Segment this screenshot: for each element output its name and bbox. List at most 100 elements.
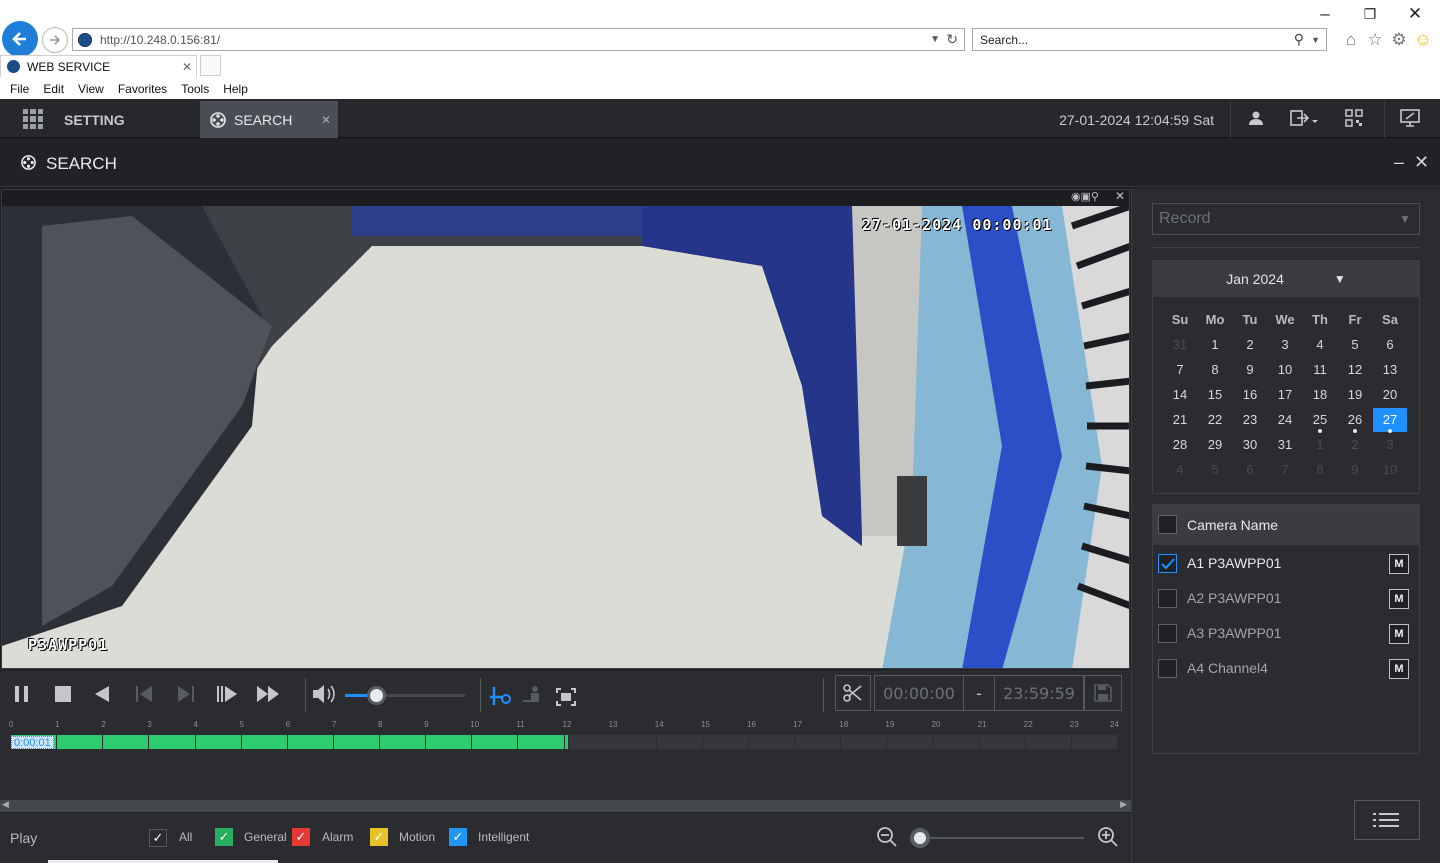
calendar-day-22[interactable]: 22: [1198, 408, 1232, 432]
timeline[interactable]: 0 1 2 3 4 5 6 7 8 9 10 11 12 13 14 15 16 17 18 19 20 21 22 23 24…: [0, 720, 1131, 812]
play-backward-icon[interactable]: [93, 684, 111, 704]
search-icon[interactable]: ⚲: [1294, 31, 1304, 48]
calendar-day-1[interactable]: 1: [1198, 333, 1232, 357]
calendar-day-other-month[interactable]: 5: [1198, 458, 1232, 482]
logout-icon[interactable]: [1290, 109, 1320, 132]
stop-icon[interactable]: [54, 685, 72, 703]
filter-general-checkbox[interactable]: ✓: [215, 828, 233, 846]
calendar-day-28[interactable]: 28: [1163, 433, 1197, 457]
qr-code-icon[interactable]: [1345, 109, 1363, 132]
user-icon[interactable]: [1247, 109, 1265, 132]
fast-forward-icon[interactable]: [255, 684, 281, 704]
timeline-segment[interactable]: [241, 735, 288, 749]
address-bar[interactable]: http://10.248.0.156:81/ ▼ ↻: [72, 28, 965, 51]
calendar-day-5[interactable]: 5: [1338, 333, 1372, 357]
calendar-day-21[interactable]: 21: [1163, 408, 1197, 432]
smart-search-icon[interactable]: [488, 685, 514, 707]
favorites-star-icon[interactable]: ☆: [1364, 30, 1386, 50]
search-tab[interactable]: SEARCH ✕: [200, 101, 338, 138]
calendar-day-29[interactable]: 29: [1198, 433, 1232, 457]
camera-checkbox[interactable]: [1158, 589, 1177, 608]
volume-slider[interactable]: [345, 686, 465, 705]
calendar-day-other-month[interactable]: 9: [1338, 458, 1372, 482]
file-list-button[interactable]: [1354, 800, 1420, 840]
calendar-day-7[interactable]: 7: [1163, 358, 1197, 382]
timeline-segment[interactable]: [57, 735, 104, 749]
calendar-day-18[interactable]: 18: [1303, 383, 1337, 407]
timeline-segment[interactable]: [979, 735, 1026, 749]
calendar-day-26[interactable]: 26: [1338, 408, 1372, 433]
calendar-day-other-month[interactable]: 3: [1373, 433, 1407, 457]
menu-favorites[interactable]: Favorites: [118, 82, 167, 96]
minimize-icon[interactable]: –: [1310, 4, 1340, 24]
timeline-segment[interactable]: [149, 735, 196, 749]
timeline-track[interactable]: [11, 735, 1118, 749]
timeline-segment[interactable]: [933, 735, 980, 749]
menu-file[interactable]: File: [10, 82, 29, 96]
calendar-day-19[interactable]: 19: [1338, 383, 1372, 407]
record-type-select[interactable]: Record ▼: [1152, 203, 1420, 235]
timeline-segment[interactable]: [887, 735, 934, 749]
close-search-tab-icon[interactable]: ✕: [321, 113, 331, 127]
volume-icon[interactable]: [311, 683, 337, 705]
volume-knob[interactable]: [367, 686, 387, 705]
calendar-day-25[interactable]: 25: [1303, 408, 1337, 433]
smiley-icon[interactable]: ☺: [1412, 30, 1434, 50]
browser-search-input[interactable]: Search... ⚲ ▼: [972, 28, 1327, 51]
menu-edit[interactable]: Edit: [43, 82, 64, 96]
zoom-knob[interactable]: [910, 828, 930, 848]
filter-motion-checkbox[interactable]: ✓: [370, 828, 388, 846]
zoom-slider[interactable]: [910, 828, 1084, 848]
minimize-panel-icon[interactable]: –: [1394, 152, 1404, 173]
menu-tools[interactable]: Tools: [181, 82, 209, 96]
close-panel-icon[interactable]: ✕: [1414, 152, 1429, 173]
dropdown-arrow-icon[interactable]: ▼: [930, 34, 940, 45]
calendar-day-3[interactable]: 3: [1268, 333, 1302, 357]
calendar-day-other-month[interactable]: 4: [1163, 458, 1197, 482]
calendar-day-other-month[interactable]: 6: [1233, 458, 1267, 482]
calendar-day-other-month[interactable]: 8: [1303, 458, 1337, 482]
calendar-day-20[interactable]: 20: [1373, 383, 1407, 407]
zoom-in-icon[interactable]: [1097, 826, 1119, 848]
camera-checkbox[interactable]: [1158, 554, 1177, 573]
calendar-day-12[interactable]: 12: [1338, 358, 1372, 382]
clip-end-time[interactable]: 23:59:59: [994, 675, 1084, 711]
calendar-day-27[interactable]: 27: [1373, 408, 1407, 433]
restore-icon[interactable]: ❐: [1355, 6, 1385, 23]
timeline-segment[interactable]: [656, 735, 703, 749]
camera-row[interactable]: A2 P3AWPP01 M: [1153, 581, 1419, 616]
main-menu-icon[interactable]: [23, 109, 43, 129]
calendar-day-23[interactable]: 23: [1233, 408, 1267, 432]
close-tab-icon[interactable]: ✕: [182, 60, 192, 74]
calendar-day-other-month[interactable]: 10: [1373, 458, 1407, 482]
slow-play-icon[interactable]: [215, 684, 239, 704]
timeline-segment[interactable]: [472, 735, 519, 749]
refresh-icon[interactable]: ↻: [946, 31, 958, 48]
horizontal-scrollbar[interactable]: ◀ ▶: [0, 799, 1131, 812]
next-frame-icon[interactable]: [174, 684, 196, 704]
camera-row[interactable]: A4 Channel4 M: [1153, 651, 1419, 686]
calendar-header[interactable]: Jan 2024 ▼: [1153, 261, 1419, 297]
calendar-day-8[interactable]: 8: [1198, 358, 1232, 382]
timeline-segment[interactable]: [1025, 735, 1072, 749]
camera-checkbox[interactable]: [1158, 659, 1177, 678]
filter-intelligent-checkbox[interactable]: ✓: [449, 828, 467, 846]
timeline-segment[interactable]: [287, 735, 334, 749]
timeline-segment[interactable]: [749, 735, 796, 749]
gear-icon[interactable]: ⚙: [1388, 30, 1410, 50]
calendar-day-17[interactable]: 17: [1268, 383, 1302, 407]
calendar-day-31[interactable]: 31: [1268, 433, 1302, 457]
camera-checkbox[interactable]: [1158, 624, 1177, 643]
clip-button[interactable]: [835, 675, 871, 711]
timeline-segment[interactable]: [564, 735, 570, 749]
timeline-segment[interactable]: [795, 735, 842, 749]
timeline-segment[interactable]: [426, 735, 473, 749]
close-window-icon[interactable]: ✕: [1400, 4, 1430, 24]
main-stream-button[interactable]: M: [1389, 554, 1409, 574]
menu-view[interactable]: View: [78, 82, 104, 96]
calendar-day-other-month[interactable]: 2: [1338, 433, 1372, 457]
menu-help[interactable]: Help: [223, 82, 248, 96]
fullscreen-icon[interactable]: [555, 687, 577, 707]
calendar-day-other-month[interactable]: 31: [1163, 333, 1197, 357]
close-video-icon[interactable]: ✕: [1115, 190, 1125, 203]
